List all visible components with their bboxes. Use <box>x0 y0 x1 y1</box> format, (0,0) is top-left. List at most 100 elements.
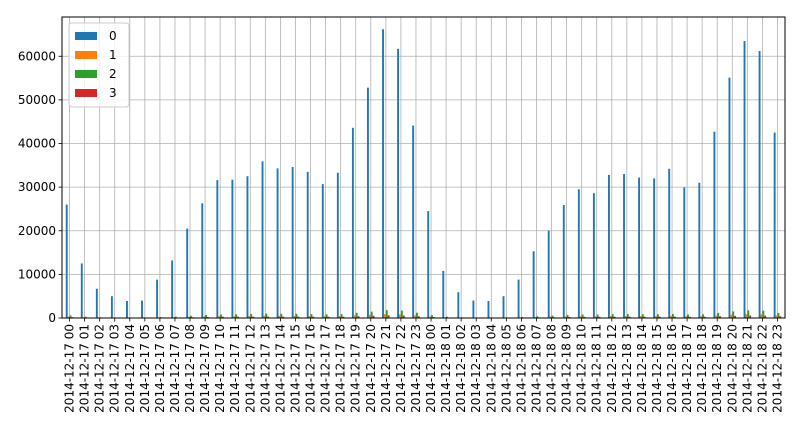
bar-series-2 <box>400 310 403 318</box>
bar-series-0 <box>336 172 339 318</box>
x-tick-label: 2014-12-17 19 <box>349 324 363 413</box>
x-tick-label: 2014-12-18 01 <box>439 324 453 413</box>
bar-series-0 <box>472 300 475 318</box>
bar-series-2 <box>355 312 358 318</box>
x-tick-label: 2014-12-17 12 <box>243 324 257 413</box>
y-axis: 0 10000 20000 30000 40000 50000 60000 <box>18 49 62 325</box>
x-tick-label: 2014-12-17 09 <box>198 324 212 413</box>
grid-lines <box>62 17 785 319</box>
bar-series-2 <box>415 312 418 318</box>
bar-series-2 <box>687 314 689 318</box>
bar-series-2 <box>702 314 705 318</box>
bar-series-0 <box>457 292 460 318</box>
bar-series-0 <box>291 167 294 318</box>
x-tick-label: 2014-12-18 06 <box>514 324 528 413</box>
x-tick-label: 2014-12-17 02 <box>93 324 107 413</box>
bar-series-0 <box>487 300 490 318</box>
y-tick-label: 50000 <box>18 93 56 107</box>
x-tick-label: 2014-12-17 22 <box>394 324 408 413</box>
bar-series-0 <box>412 125 415 319</box>
bar-series-2 <box>325 314 328 318</box>
bar-series-0 <box>397 48 400 318</box>
x-tick-label: 2014-12-18 14 <box>635 324 649 413</box>
bar-series-2 <box>295 313 298 318</box>
bar-series-0 <box>592 193 595 318</box>
bar-series-2 <box>280 313 283 318</box>
bar-series-0 <box>698 182 701 318</box>
bar-series-0 <box>171 260 174 318</box>
x-tick-label: 2014-12-18 15 <box>650 324 664 413</box>
legend-label-3: 3 <box>109 86 117 100</box>
bar-series-0 <box>321 184 324 318</box>
legend-label-1: 1 <box>109 48 117 62</box>
bar-series-0 <box>141 300 143 318</box>
bar-series-0 <box>306 171 309 318</box>
x-tick-label: 2014-12-17 10 <box>213 324 227 413</box>
x-tick-label: 2014-12-18 04 <box>484 324 498 413</box>
x-axis: 2014-12-17 00 2014-12-17 01 2014-12-17 02 2… <box>63 318 784 413</box>
x-tick-label: 2014-12-17 01 <box>78 324 92 413</box>
y-tick-label: 60000 <box>18 49 56 63</box>
bar-series-0 <box>773 132 776 318</box>
x-tick-label: 2014-12-18 18 <box>695 324 709 413</box>
bar-series-0 <box>80 263 83 318</box>
bar-series-2 <box>340 314 343 318</box>
bar-series-2 <box>626 314 629 318</box>
bar-series-0 <box>713 131 716 318</box>
bar-series-2 <box>611 314 614 318</box>
x-tick-label: 2014-12-17 20 <box>364 324 378 413</box>
x-tick-label: 2014-12-18 13 <box>620 324 634 413</box>
bar-series-0 <box>758 51 761 318</box>
x-tick-label: 2014-12-17 13 <box>258 324 272 413</box>
bar-series-2 <box>310 314 313 318</box>
bar-series-2 <box>717 312 720 318</box>
bar-series-0 <box>95 288 98 318</box>
x-tick-label: 2014-12-17 03 <box>108 324 122 413</box>
bar-series-0 <box>577 189 580 318</box>
bar-series-0 <box>216 180 219 318</box>
x-tick-label: 2014-12-18 20 <box>725 324 739 413</box>
x-tick-label: 2014-12-18 19 <box>710 324 724 413</box>
x-tick-label: 2014-12-18 17 <box>680 324 694 413</box>
bar-series-0 <box>126 300 128 318</box>
x-tick-label: 2014-12-18 03 <box>469 324 483 413</box>
bar-series-0 <box>547 230 550 318</box>
legend-swatch-0 <box>75 32 97 40</box>
y-tick-label: 40000 <box>18 137 56 151</box>
bar-series-0 <box>668 168 671 318</box>
x-tick-label: 2014-12-18 08 <box>545 324 559 413</box>
legend-swatch-2 <box>75 70 97 78</box>
x-tick-label: 2014-12-17 04 <box>123 324 137 413</box>
bar-series-2 <box>370 311 373 318</box>
bar-series-0 <box>186 228 189 318</box>
bar-series-0 <box>65 204 68 318</box>
y-tick-label: 10000 <box>18 267 56 281</box>
bar-series-0 <box>156 279 159 318</box>
bar-series-1 <box>760 314 763 318</box>
bar-series-0 <box>502 296 505 318</box>
x-tick-label: 2014-12-17 06 <box>153 324 167 413</box>
x-tick-label: 2014-12-17 05 <box>138 324 152 413</box>
bar-series-0 <box>683 187 686 318</box>
bar-series-0 <box>442 270 445 318</box>
x-tick-label: 2014-12-18 00 <box>424 324 438 413</box>
x-tick-label: 2014-12-18 21 <box>740 324 754 413</box>
bar-series-1 <box>383 314 386 318</box>
bar-chart: 0 10000 20000 30000 40000 50000 60000 2014-12-… <box>18 16 786 413</box>
bar-series-0 <box>201 203 204 318</box>
x-tick-label: 2014-12-17 17 <box>319 324 333 413</box>
y-tick-label: 30000 <box>18 180 56 194</box>
bar-series-0 <box>110 296 113 318</box>
x-tick-label: 2014-12-17 14 <box>273 324 287 413</box>
x-tick-label: 2014-12-18 02 <box>454 324 468 413</box>
legend-swatch-3 <box>75 89 97 97</box>
x-tick-label: 2014-12-17 11 <box>228 324 242 413</box>
bar-series-0 <box>517 279 520 318</box>
x-tick-label: 2014-12-17 15 <box>288 324 302 413</box>
bar-series-0 <box>608 174 610 318</box>
bar-series-0 <box>261 161 264 318</box>
bar-series-0 <box>623 174 625 318</box>
x-tick-label: 2014-12-17 18 <box>334 324 348 413</box>
bar-series-0 <box>367 87 369 319</box>
bar-series-2 <box>596 314 599 318</box>
